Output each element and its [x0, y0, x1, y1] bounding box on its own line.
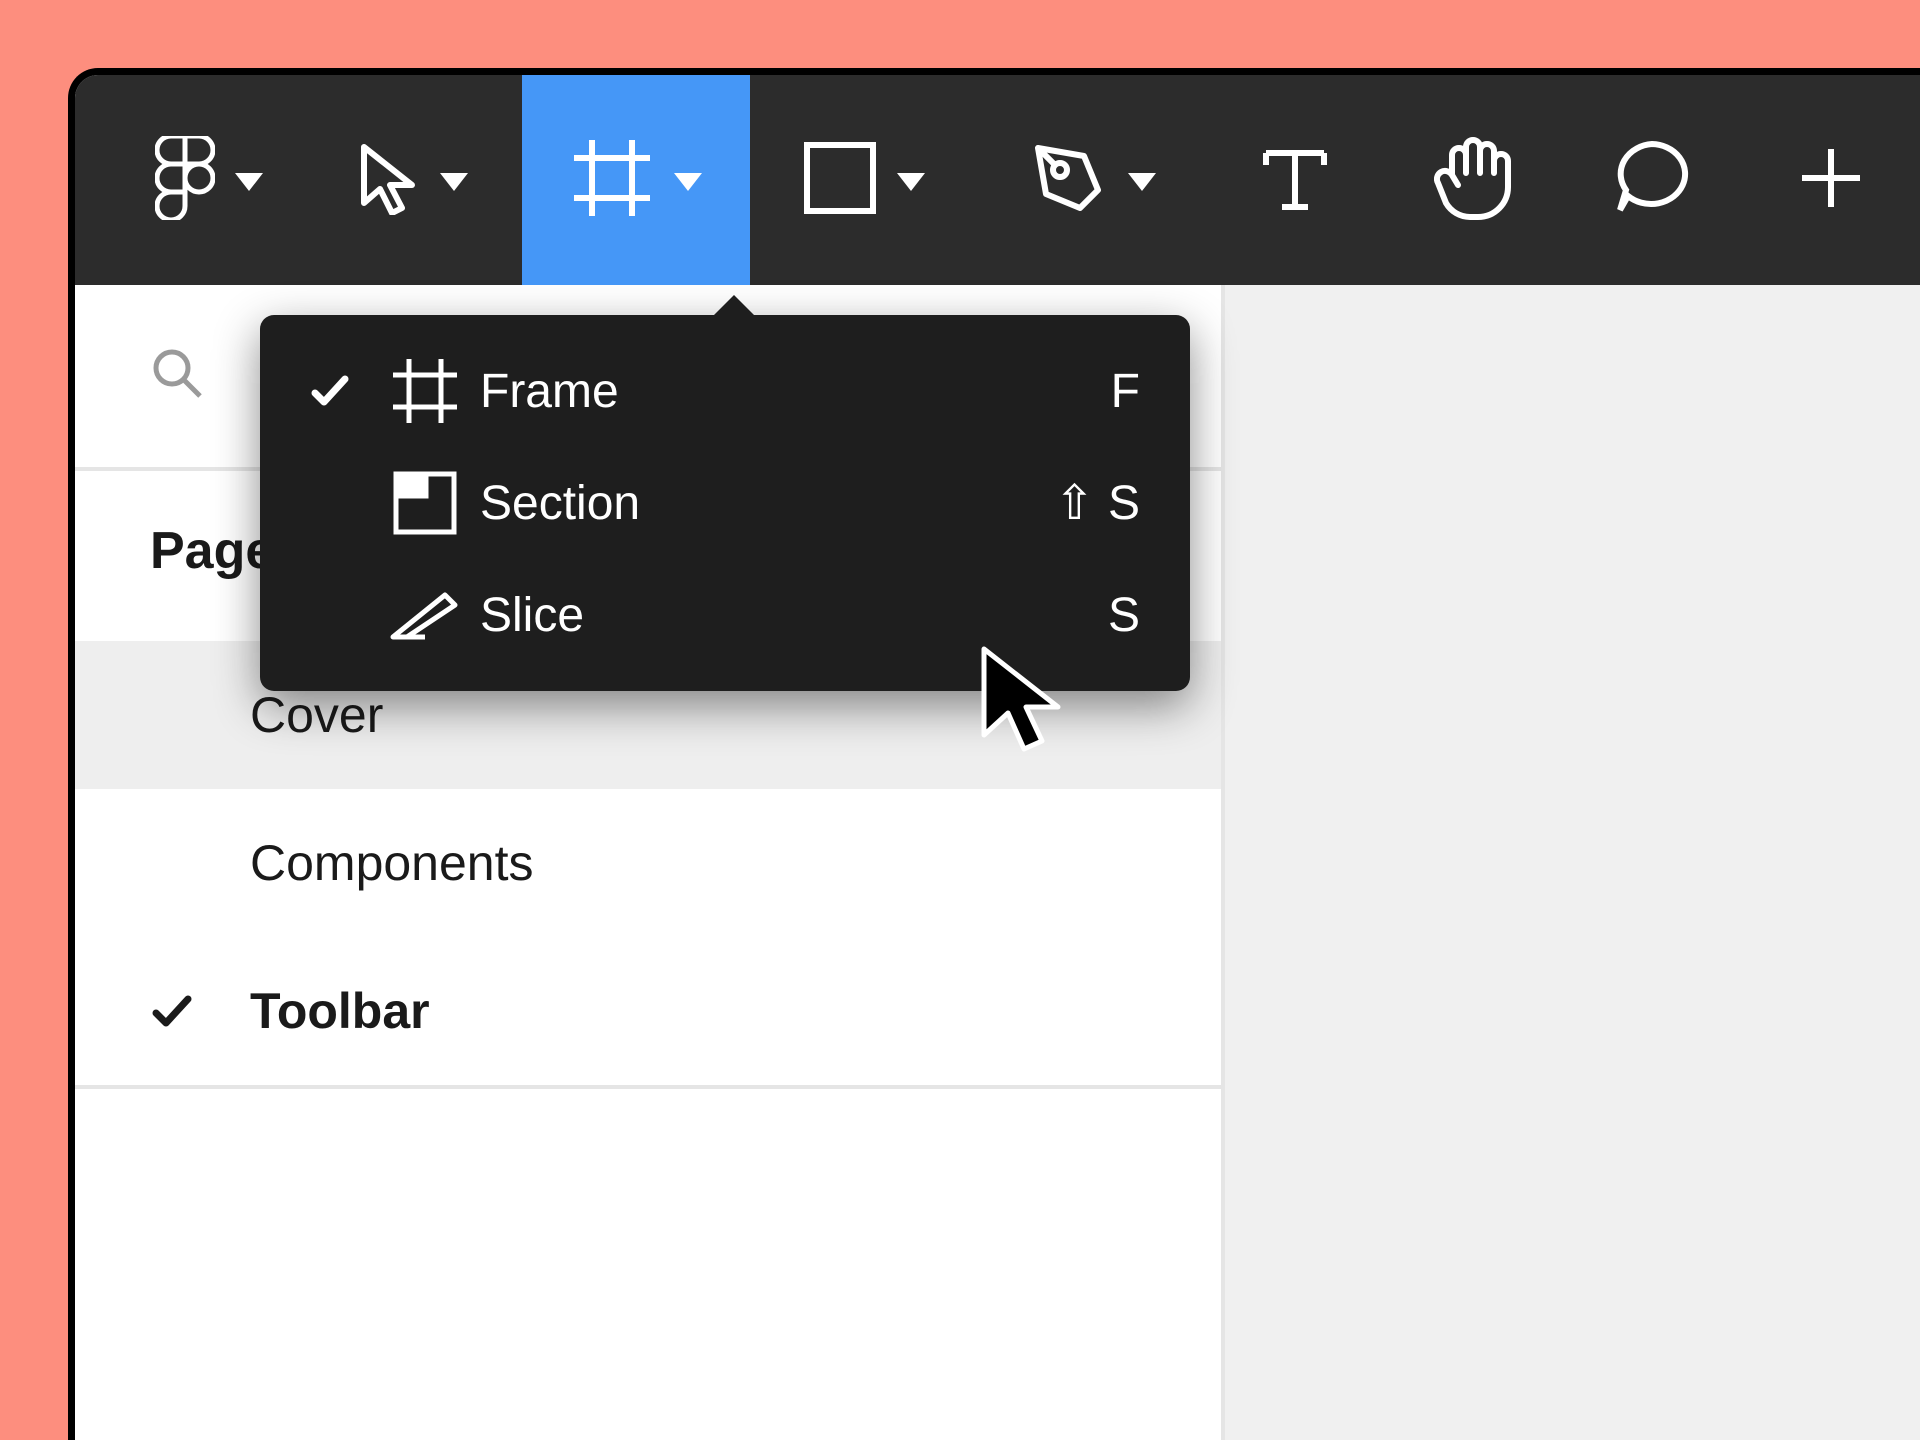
pen-icon [1028, 138, 1108, 223]
menu-check-slot [290, 371, 370, 411]
menu-item-slice[interactable]: Slice S [260, 559, 1190, 671]
plus-icon [1796, 143, 1866, 218]
chevron-down-icon [897, 173, 925, 191]
page-item-components[interactable]: Components [75, 789, 1221, 937]
canvas[interactable] [1225, 285, 1920, 1440]
chevron-down-icon [1128, 173, 1156, 191]
page-label: Toolbar [250, 982, 430, 1040]
page-check-slot [150, 989, 250, 1033]
search-icon [150, 346, 206, 407]
section-icon [370, 468, 480, 538]
hand-tool-button[interactable] [1384, 75, 1563, 285]
menu-shortcut: S [1108, 588, 1140, 643]
comment-tool-button[interactable] [1563, 75, 1742, 285]
chevron-down-icon [235, 173, 263, 191]
menu-item-section[interactable]: Section ⇧ S [260, 447, 1190, 559]
text-icon [1258, 141, 1332, 220]
frame-tool-button[interactable] [522, 75, 750, 285]
menu-label: Frame [480, 364, 1111, 419]
shape-tool-button[interactable] [750, 75, 978, 285]
chevron-down-icon [440, 173, 468, 191]
frame-icon [370, 355, 480, 427]
dropdown-arrow [710, 295, 758, 319]
chevron-down-icon [674, 173, 702, 191]
hand-icon [1434, 133, 1514, 228]
check-icon [310, 371, 350, 411]
frame-icon [570, 136, 654, 225]
menu-shortcut: F [1111, 364, 1140, 419]
toolbar [75, 75, 1920, 285]
menu-label: Slice [480, 588, 1108, 643]
figma-logo-icon [155, 136, 215, 225]
rectangle-icon [803, 141, 877, 220]
menu-label: Section [480, 476, 1054, 531]
check-icon [150, 989, 194, 1033]
pen-tool-button[interactable] [978, 75, 1206, 285]
cursor-icon [358, 141, 420, 220]
text-tool-button[interactable] [1206, 75, 1385, 285]
comment-icon [1610, 136, 1694, 225]
divider [75, 1085, 1221, 1089]
slice-icon [370, 585, 480, 645]
menu-shortcut: ⇧ S [1054, 475, 1140, 531]
page-label: Cover [250, 686, 383, 744]
move-tool-button[interactable] [303, 75, 521, 285]
page-item-toolbar[interactable]: Toolbar [75, 937, 1221, 1085]
page-label: Components [250, 834, 534, 892]
outer-frame: Pages Cover Components [0, 0, 1920, 1440]
main-menu-button[interactable] [115, 75, 303, 285]
add-tool-button[interactable] [1742, 75, 1920, 285]
frame-tool-dropdown: Frame F Section ⇧ S [260, 315, 1190, 691]
app-window: Pages Cover Components [68, 68, 1920, 1440]
menu-item-frame[interactable]: Frame F [260, 335, 1190, 447]
